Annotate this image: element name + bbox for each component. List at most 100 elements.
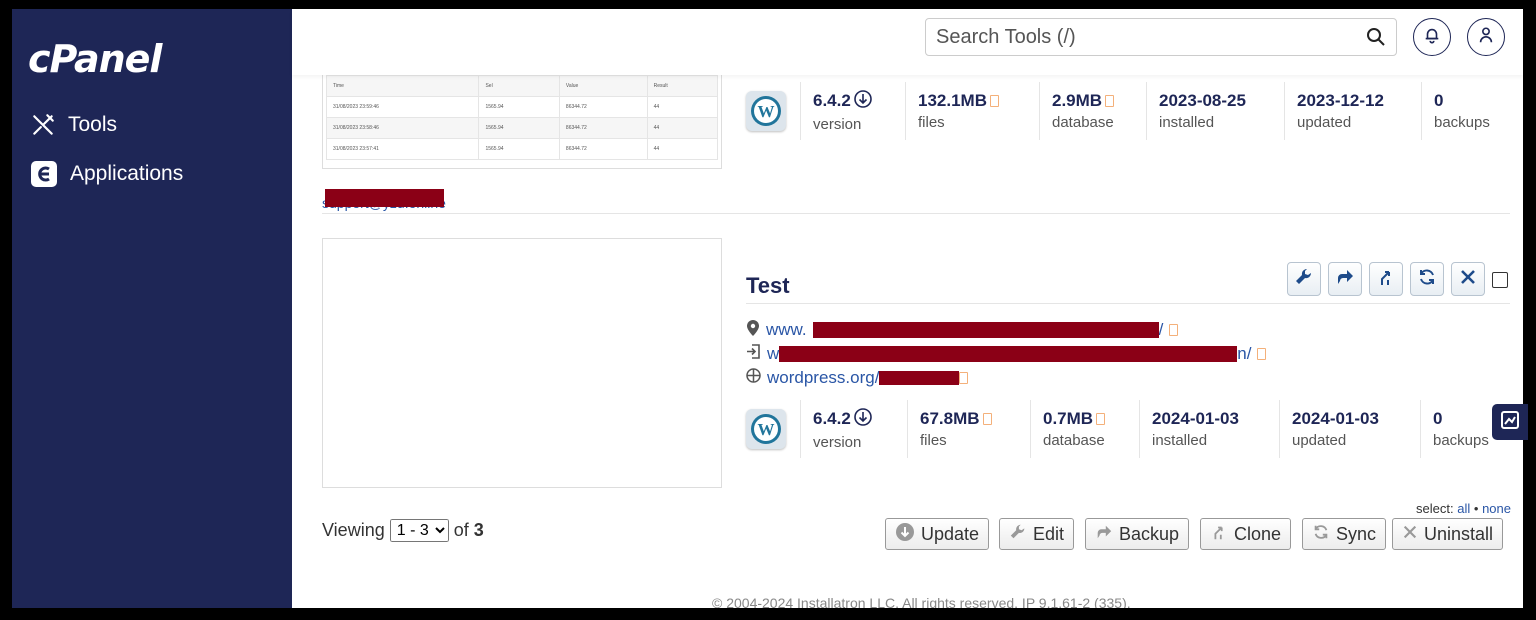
select-install-checkbox[interactable] [1492, 272, 1508, 288]
share-icon [1335, 267, 1355, 292]
install1-stats: W 6.4.2 version 132.1MB files 2.9MB data… [746, 80, 1511, 142]
sync-install-button[interactable] [1410, 262, 1444, 296]
admin-url-suffix[interactable]: n/ [1237, 344, 1251, 364]
notifications-button[interactable] [1413, 18, 1451, 56]
clone-button[interactable]: Clone [1200, 518, 1292, 550]
copy-icon[interactable] [1169, 324, 1179, 336]
stat-label: installed [1152, 432, 1208, 449]
stat-label: files [920, 432, 947, 449]
share-install-button[interactable] [1328, 262, 1362, 296]
install-url-suffix[interactable]: / [1159, 320, 1164, 340]
tools-icon [30, 112, 56, 138]
of-label: of [453, 520, 469, 540]
stat-label: updated [1297, 114, 1352, 131]
backups-value: 0 [1434, 91, 1444, 110]
app-frame: cPanel Tools Applications Search Tools (… [12, 9, 1523, 608]
bell-icon [1423, 26, 1441, 49]
button-label: Sync [1336, 523, 1377, 544]
sync-button[interactable]: Sync [1302, 518, 1387, 550]
sidebar-item-label: Applications [70, 162, 184, 185]
user-menu-button[interactable] [1467, 18, 1505, 56]
redaction-bar [325, 189, 444, 207]
version-value: 6.4.2 [813, 91, 851, 110]
clone-install-button[interactable] [1369, 262, 1403, 296]
files-value: 67.8MB [920, 409, 980, 428]
clone-icon [1210, 523, 1228, 546]
location-pin-icon [746, 319, 760, 341]
wordpress-icon: W [746, 409, 786, 449]
stat-label: installed [1159, 114, 1215, 131]
redaction-bar [879, 371, 960, 385]
sidebar-item-tools[interactable]: Tools [30, 112, 117, 138]
globe-icon [746, 368, 761, 388]
download-icon[interactable] [854, 407, 872, 431]
backup-button[interactable]: Backup [1085, 518, 1190, 550]
stat-label: database [1052, 114, 1114, 131]
uninstall-button[interactable]: Uninstall [1392, 518, 1504, 550]
select-all-link[interactable]: all [1457, 501, 1470, 516]
table-cell: 1565.94 [478, 117, 560, 139]
svg-text:W: W [758, 420, 775, 439]
install-url-prefix[interactable]: www. [766, 320, 807, 340]
clone-icon [1376, 267, 1396, 292]
install-title[interactable]: Test [746, 273, 790, 299]
uninstall-install-button[interactable] [1451, 262, 1485, 296]
search-icon[interactable] [1366, 27, 1386, 52]
stat-files: 132.1MB files [905, 82, 1039, 140]
installed-value: 2023-08-25 [1159, 91, 1246, 110]
search-box[interactable] [925, 18, 1397, 56]
button-label: Uninstall [1424, 523, 1494, 544]
table-cell: 1565.94 [478, 138, 560, 160]
app-source-row[interactable]: wordpress.org/ [746, 367, 969, 389]
footer-text: © 2004-2024 Installatron LLC. All rights… [712, 595, 1131, 608]
install-url-row[interactable]: www. / [746, 319, 1179, 341]
table-cell: 44 [646, 138, 719, 160]
copy-icon[interactable] [1096, 413, 1106, 425]
stat-label: files [918, 114, 945, 131]
stat-label: updated [1292, 432, 1347, 449]
total-count: 3 [473, 520, 484, 540]
update-icon [895, 522, 915, 547]
chart-icon [1500, 410, 1520, 435]
admin-url-row[interactable]: w n/ [746, 343, 1267, 365]
download-icon[interactable] [854, 89, 872, 113]
copy-icon[interactable] [1105, 95, 1115, 107]
search-input[interactable] [926, 24, 1358, 50]
copy-icon[interactable] [959, 372, 969, 384]
stat-label: version [813, 115, 862, 133]
files-value: 132.1MB [918, 91, 987, 110]
table-cell: 1565.94 [478, 96, 560, 118]
share-icon [1095, 523, 1113, 546]
update-button[interactable]: Update [885, 518, 990, 550]
cpanel-logo[interactable]: cPanel [28, 37, 162, 81]
stat-label: database [1043, 432, 1105, 449]
select-none-link[interactable]: none [1482, 501, 1511, 516]
installed-value: 2024-01-03 [1152, 409, 1239, 428]
page-range-select[interactable]: 1 - 3 [389, 519, 449, 542]
copy-icon[interactable] [989, 95, 999, 107]
edit-install-button[interactable] [1287, 262, 1321, 296]
database-value: 0.7MB [1043, 409, 1094, 428]
install2-stats: W 6.4.2 version 67.8MB files 0.7MB datab… [746, 398, 1508, 460]
install-screenshot[interactable]: Time Sel Value Result 31/08/2023 23:59:4… [322, 69, 722, 169]
stat-installed: 2024-01-03 installed [1139, 400, 1279, 458]
app-source-link[interactable]: wordpress.org/ [767, 368, 879, 388]
sidebar-item-applications[interactable]: Applications [30, 160, 183, 188]
button-label: Backup [1119, 523, 1180, 544]
copy-icon[interactable] [982, 413, 992, 425]
feedback-tab[interactable] [1492, 404, 1528, 440]
divider [746, 303, 1510, 304]
stat-database: 2.9MB database [1039, 82, 1146, 140]
button-label: Edit [1033, 523, 1065, 544]
table-header: Value [558, 75, 648, 97]
copy-icon[interactable] [1257, 348, 1267, 360]
edit-button[interactable]: Edit [999, 518, 1075, 550]
admin-url-prefix[interactable]: w [767, 344, 779, 364]
table-cell: 86344.72 [558, 117, 648, 139]
wordpress-icon: W [746, 91, 786, 131]
applications-icon [30, 160, 58, 188]
install-screenshot[interactable] [322, 238, 722, 488]
table-cell: 86344.72 [558, 138, 648, 160]
login-icon [746, 344, 761, 364]
stat-label: backups [1434, 114, 1490, 131]
